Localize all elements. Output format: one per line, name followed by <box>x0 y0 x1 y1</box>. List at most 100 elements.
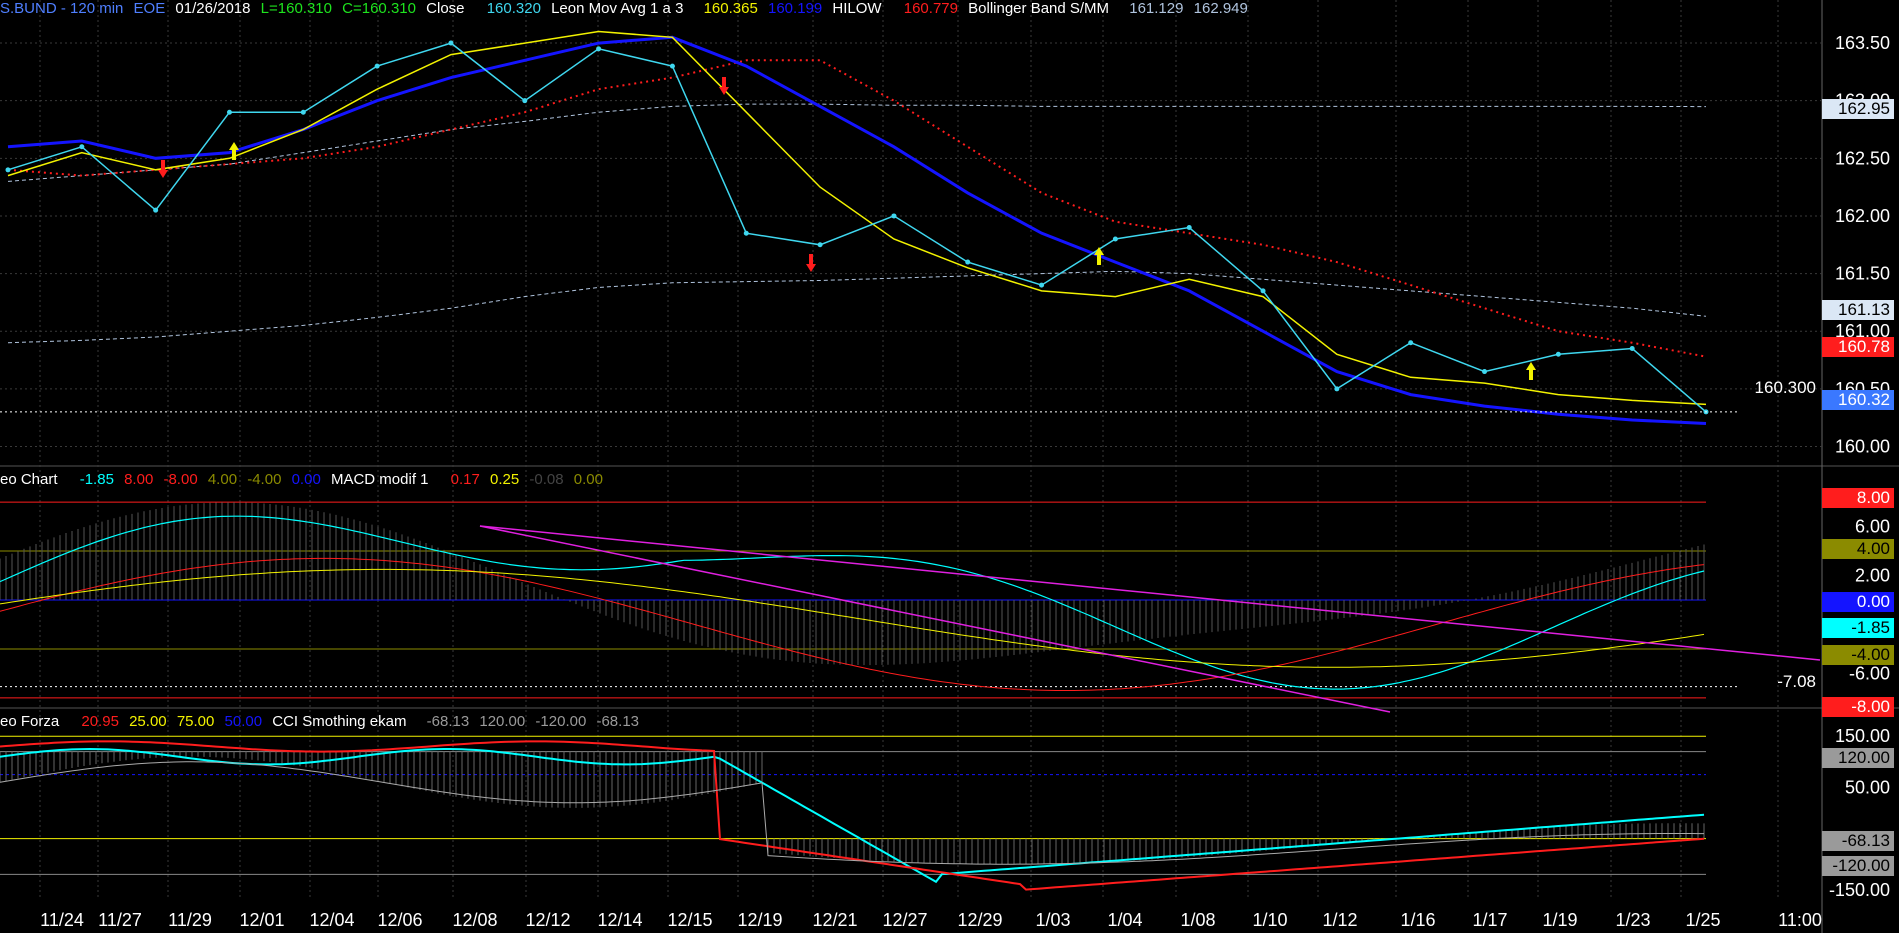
cci-120-tag: 120.00 <box>1822 748 1894 768</box>
close-point <box>669 63 675 69</box>
close-point <box>1555 351 1561 357</box>
bb-name: Bollinger Band S/MM <box>968 0 1110 17</box>
x-tick-label: 12/01 <box>239 910 284 930</box>
x-tick-label: 1/03 <box>1035 910 1070 930</box>
hilow-tag: 160.78 <box>1822 337 1894 357</box>
osc-v3: -8.00 <box>163 471 198 488</box>
buy-signal-icon <box>1526 362 1536 380</box>
hilow-value: 160.779 <box>903 0 958 17</box>
macd-name: MACD modif 1 <box>330 471 429 488</box>
forza-name: eo Forza <box>0 713 60 730</box>
close-point <box>300 109 306 115</box>
close-point <box>79 144 85 150</box>
cci-v2: 120.00 <box>479 713 526 730</box>
close-point <box>891 213 897 219</box>
chart-window: 163.50163.00162.50162.00161.50161.00160.… <box>0 0 1899 933</box>
x-tick-label: 11/29 <box>168 910 212 930</box>
close-point <box>1260 288 1266 294</box>
close-point <box>1112 236 1118 242</box>
forza-v4: 50.00 <box>224 713 263 730</box>
osc-tick-label: 6.00 <box>1855 517 1890 537</box>
osc-8-tag: 8.00 <box>1822 488 1894 508</box>
macd-v3: -0.08 <box>529 471 564 488</box>
osc-v5: -4.00 <box>247 471 282 488</box>
osc-legend: eo Chart -1.85 8.00 -8.00 4.00 -4.00 0.0… <box>0 471 609 489</box>
cursor-price-label: 160.300 <box>1754 378 1816 397</box>
x-tick-label: 11/27 <box>98 910 142 930</box>
last-price-tag: 160.32 <box>1822 390 1894 410</box>
x-tick-label: 1/17 <box>1472 910 1507 930</box>
close-point <box>743 230 749 236</box>
x-tick-label: 11:00 <box>1778 910 1822 930</box>
hilow-name: HILOW <box>832 0 882 17</box>
osc-tick-label: 2.00 <box>1855 566 1890 586</box>
bb-upper-value: 161.129 <box>1129 0 1184 17</box>
x-tick-label: 1/23 <box>1615 910 1650 930</box>
price-legend: S.BUND - 120 min EOE 01/26/2018 L=160.31… <box>0 0 1254 18</box>
cci-tick-label: 50.00 <box>1845 777 1890 797</box>
forza-v1: 20.95 <box>81 713 119 730</box>
close-point <box>5 167 11 173</box>
macd-v2: 0.25 <box>490 471 520 488</box>
cci-name: CCI Smothing ekam <box>272 713 407 730</box>
price-tick-label: 160.00 <box>1835 436 1890 456</box>
low-label: L=160.310 <box>260 0 332 17</box>
bollinger-lower-line <box>7 270 1707 344</box>
macd-v1: 0.17 <box>450 471 480 488</box>
ma-yellow-value: 160.365 <box>703 0 758 17</box>
ma-name: Leon Mov Avg 1 a 3 <box>551 0 684 17</box>
date-label: 01/26/2018 <box>175 0 251 17</box>
x-tick-label: 12/29 <box>957 910 1002 930</box>
cci-tick-label: 150.00 <box>1835 726 1890 746</box>
bb-upper-tag: 162.95 <box>1822 99 1894 119</box>
x-tick-label: 1/16 <box>1400 910 1435 930</box>
x-tick-label: 1/04 <box>1107 910 1142 930</box>
x-tick-label: 12/06 <box>377 910 422 930</box>
cci-v1: -68.13 <box>426 713 470 730</box>
x-tick-label: 12/19 <box>737 910 782 930</box>
osc-name: eo Chart <box>0 471 58 488</box>
osc-v1: -1.85 <box>79 471 114 488</box>
osc-m8-tag: -8.00 <box>1822 697 1894 717</box>
x-tick-label: 1/10 <box>1252 910 1287 930</box>
chart-canvas[interactable]: 163.50163.00162.50162.00161.50161.00160.… <box>0 0 1899 933</box>
close-point <box>374 63 380 69</box>
osc-v2: 8.00 <box>124 471 154 488</box>
osc-tick-label: -6.00 <box>1849 663 1890 683</box>
x-tick-label: 1/25 <box>1685 910 1720 930</box>
cci-m120-tag: -120.00 <box>1822 856 1894 876</box>
x-tick-label: 1/12 <box>1322 910 1357 930</box>
x-tick-label: 1/08 <box>1180 910 1215 930</box>
exchange-label: EOE <box>133 0 166 17</box>
close-point <box>965 259 971 265</box>
close-label: C=160.310 <box>342 0 416 17</box>
close-point <box>153 207 159 213</box>
symbol-label: S.BUND - 120 min <box>0 0 124 17</box>
price-tick-label: 161.50 <box>1835 264 1890 284</box>
x-tick-label: 12/04 <box>309 910 354 930</box>
x-tick-label: 1/19 <box>1542 910 1577 930</box>
cci-v3: -120.00 <box>535 713 587 730</box>
price-tick-label: 162.50 <box>1835 148 1890 168</box>
x-tick-label: 12/15 <box>667 910 712 930</box>
close-point <box>817 242 823 248</box>
close-point <box>522 98 528 104</box>
hilow-line <box>7 59 1707 358</box>
cci-v4: -68.13 <box>596 713 640 730</box>
close-point <box>1408 340 1414 346</box>
x-tick-label: 12/27 <box>882 910 927 930</box>
close-point <box>1186 224 1192 230</box>
osc-m4-tag: -4.00 <box>1822 645 1894 665</box>
close-point <box>1482 369 1488 375</box>
close-point <box>448 40 454 46</box>
price-tick-label: 162.00 <box>1835 206 1890 226</box>
close-value: 160.320 <box>486 0 541 17</box>
x-tick-label: 12/21 <box>812 910 857 930</box>
bb-lower-value: 162.949 <box>1193 0 1248 17</box>
cci-legend: eo Forza 20.95 25.00 75.00 50.00 CCI Smo… <box>0 713 645 731</box>
close-line <box>7 42 1707 413</box>
osc-v6: 0.00 <box>291 471 321 488</box>
bb-lower-tag: 161.13 <box>1822 300 1894 320</box>
ma-blue-value: 160.199 <box>768 0 823 17</box>
forza-v2: 25.00 <box>129 713 167 730</box>
